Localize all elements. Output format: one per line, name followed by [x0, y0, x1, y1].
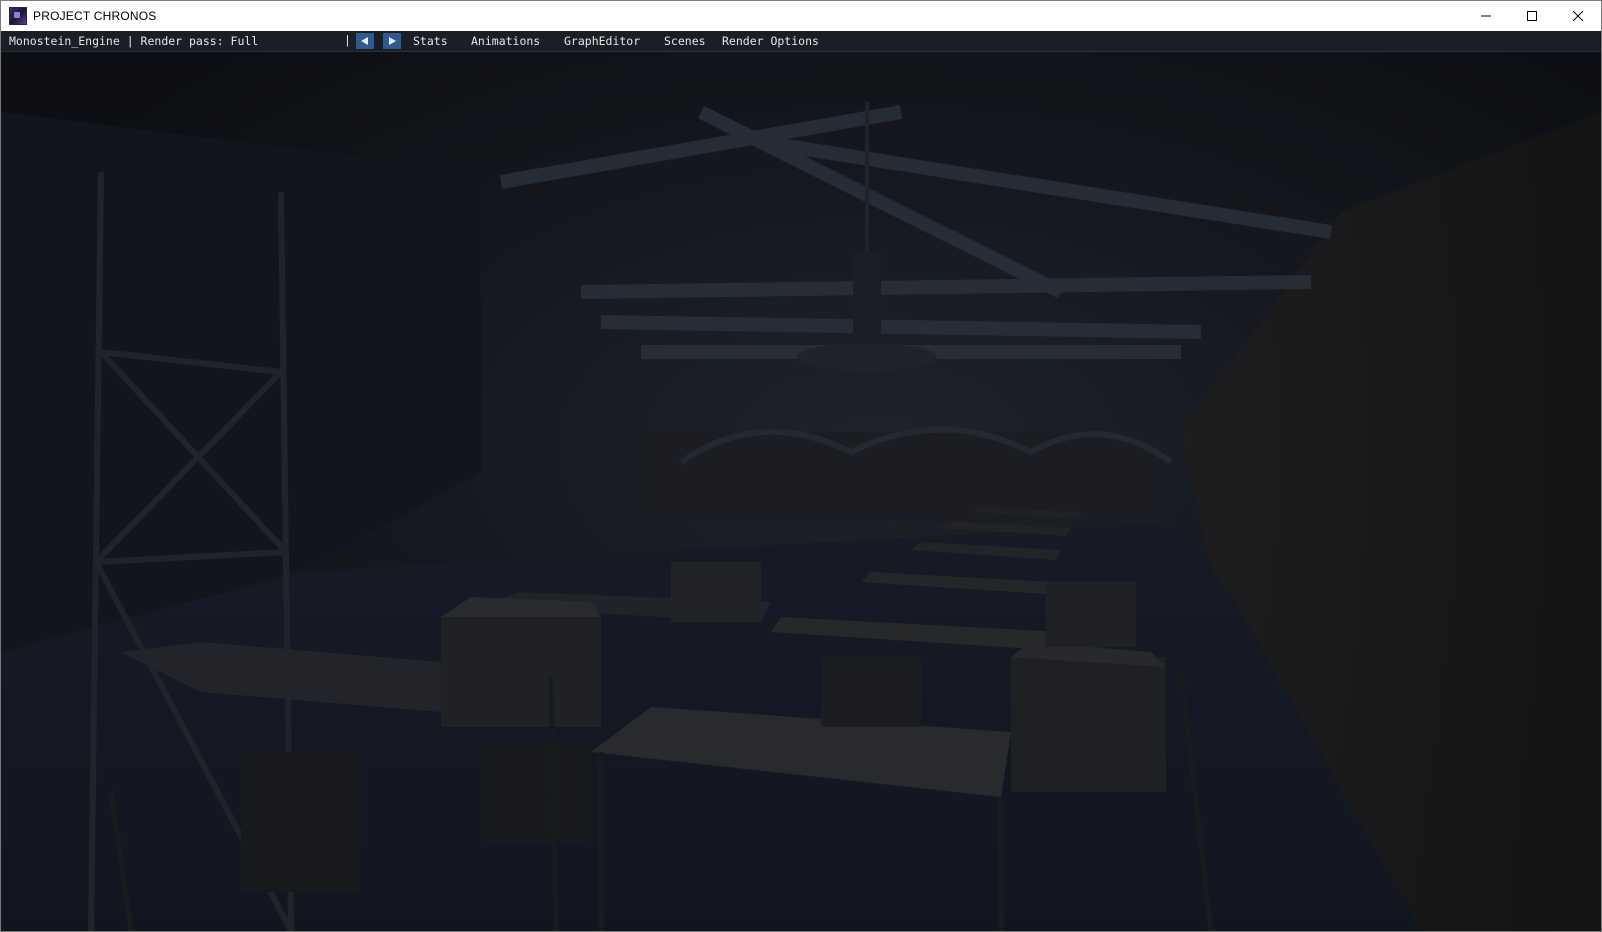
minimize-button[interactable]	[1463, 1, 1509, 31]
exposure-overlay	[1, 52, 1601, 931]
scene-viewport[interactable]	[1, 52, 1601, 931]
menu-stats[interactable]: Stats	[413, 34, 448, 48]
close-button[interactable]	[1555, 1, 1601, 31]
menu-render-options[interactable]: Render Options	[722, 34, 819, 48]
engine-menubar: Monostein_Engine | Render pass: Full | S…	[1, 31, 1601, 52]
menu-grapheditor[interactable]: GraphEditor	[564, 34, 640, 48]
close-icon	[1573, 11, 1583, 21]
app-window: PROJECT CHRONOS Monostein_Engine | Rende…	[0, 0, 1602, 932]
next-button[interactable]	[383, 33, 401, 49]
window-title: PROJECT CHRONOS	[33, 9, 157, 23]
minimize-icon	[1481, 15, 1491, 17]
triangle-right-icon	[389, 37, 396, 45]
title-bar[interactable]: PROJECT CHRONOS	[1, 1, 1601, 31]
window-controls	[1463, 1, 1601, 31]
maximize-button[interactable]	[1509, 1, 1555, 31]
engine-status-label: Monostein_Engine | Render pass: Full	[9, 34, 259, 48]
menu-animations[interactable]: Animations	[471, 34, 540, 48]
menu-separator: |	[344, 33, 351, 47]
app-logo-icon	[9, 7, 27, 25]
warehouse-scene	[1, 52, 1601, 931]
triangle-left-icon	[361, 37, 368, 45]
maximize-icon	[1527, 11, 1537, 21]
previous-button[interactable]	[356, 33, 374, 49]
menu-scenes[interactable]: Scenes	[664, 34, 706, 48]
